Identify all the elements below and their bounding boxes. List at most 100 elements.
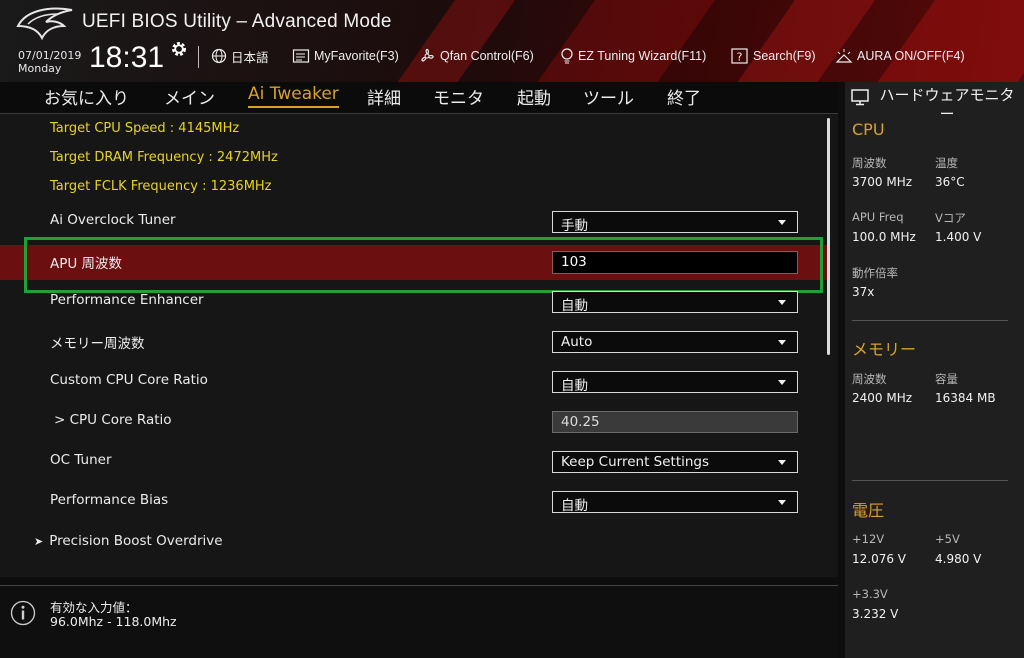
tab-exit[interactable]: 終了 [667,84,701,111]
svg-text:?: ? [737,51,743,64]
target-fclk-frequency: Target FCLK Frequency : 1236MHz [50,179,272,194]
monitor-divider [852,480,1008,481]
performance-bias-label: Performance Bias [50,492,169,508]
custom-cpu-core-ratio-select[interactable]: 自動 [552,371,798,394]
chevron-down-icon [778,500,786,505]
v12-label: +12V [852,532,885,546]
memory-capacity-label: 容量 [935,372,958,386]
tab-tool[interactable]: ツール [583,84,634,111]
vcore-label: Vコア [935,211,966,225]
fan-icon [421,48,434,62]
favorite-list-icon [292,49,310,63]
performance-bias-select[interactable]: 自動 [552,491,798,514]
oc-tuner-label: OC Tuner [50,452,112,468]
rog-logo-icon [16,7,73,40]
qfan-control-button[interactable]: Qfan Control(F6) [418,44,534,68]
chevron-down-icon [778,340,786,345]
settings-panel: Target CPU Speed : 4145MHz Target DRAM F… [0,113,838,577]
apu-freq-value: 100.0 MHz [852,230,916,244]
cpu-temperature-value: 36°C [935,175,965,189]
v5-value: 4.980 V [935,552,982,566]
ratio-label: 動作倍率 [852,266,898,280]
myfavorite-label: MyFavorite(F3) [314,49,399,63]
app-title: UEFI BIOS Utility – Advanced Mode [82,11,392,32]
qfan-label: Qfan Control(F6) [440,49,534,63]
ai-overclock-tuner-select[interactable]: 手動 [552,211,798,234]
chevron-down-icon [778,460,786,465]
tab-ai-tweaker[interactable]: Ai Tweaker [248,84,339,108]
language-label: 日本語 [231,50,269,65]
vcore-value: 1.400 V [935,230,982,244]
ai-overclock-tuner-value: 手動 [561,218,588,234]
search-label: Search(F9) [753,49,816,63]
search-help-icon: ? [731,48,748,64]
precision-boost-overdrive-link[interactable]: ➤ Precision Boost Overdrive [34,533,223,549]
chevron-down-icon [778,380,786,385]
language-button[interactable]: 日本語 [211,44,269,68]
tab-monitor[interactable]: モニタ [433,84,484,111]
monitor-icon [851,89,869,106]
performance-enhancer-value: 自動 [561,298,588,314]
memory-frequency-label: メモリー周波数 [50,336,145,352]
memory-frequency-monitor-value: 2400 MHz [852,391,913,405]
memory-frequency-monitor-label: 周波数 [852,372,887,386]
hardware-monitor-title: ハードウェアモニター [879,86,1015,123]
tab-boot[interactable]: 起動 [517,84,551,111]
chevron-down-icon [778,220,786,225]
submenu-arrow-icon: ➤ [34,535,44,548]
target-dram-frequency: Target DRAM Frequency : 2472MHz [50,150,278,165]
tab-favorites[interactable]: お気に入り [44,84,129,111]
header-divider [198,46,199,68]
ratio-value: 37x [852,285,875,299]
info-icon [10,600,36,626]
oc-tuner-value: Keep Current Settings [561,454,710,470]
clock-time: 18:31 [89,41,165,74]
v5-label: +5V [935,532,960,546]
cpu-core-ratio-field: 40.25 [552,411,798,433]
memory-capacity-value: 16384 MB [935,391,996,405]
hardware-monitor-header: ハードウェアモニター [851,86,1021,124]
settings-scrollbar[interactable] [827,118,830,355]
aura-label: AURA ON/OFF(F4) [857,49,965,63]
apu-freq-label: APU Freq [852,210,904,224]
v12-value: 12.076 V [852,552,907,566]
performance-bias-value: 自動 [561,498,588,514]
main-tab-bar: お気に入り メイン Ai Tweaker 詳細 モニタ 起動 ツール 終了 [0,82,838,112]
v33-value: 3.232 V [852,607,899,621]
help-panel: 有効な入力値： 96.0Mhz - 118.0Mhz [0,585,838,658]
gear-icon[interactable] [170,40,188,58]
header-bar: UEFI BIOS Utility – Advanced Mode 07/01/… [0,0,1024,82]
custom-cpu-core-ratio-value: 自動 [561,378,588,394]
chevron-down-icon [778,300,786,305]
cpu-frequency-label: 周波数 [852,156,887,170]
hardware-monitor-panel: ハードウェアモニター CPU 周波数 温度 3700 MHz 36°C APU … [845,82,1024,658]
performance-enhancer-select[interactable]: 自動 [552,291,798,314]
day-text: Monday [18,62,62,75]
precision-boost-overdrive-label: Precision Boost Overdrive [49,533,223,549]
performance-enhancer-label: Performance Enhancer [50,292,204,308]
custom-cpu-core-ratio-label: Custom CPU Core Ratio [50,372,208,388]
cpu-section-title: CPU [852,120,885,139]
globe-icon [211,48,227,64]
oc-tuner-select[interactable]: Keep Current Settings [552,451,798,473]
ez-tuning-wizard-button[interactable]: EZ Tuning Wizard(F11) [560,44,706,68]
cpu-temperature-label: 温度 [935,156,958,170]
aura-toggle-button[interactable]: AURA ON/OFF(F4) [835,44,965,68]
help-valid-range: 96.0Mhz - 118.0Mhz [50,614,177,629]
ai-overclock-tuner-label: Ai Overclock Tuner [50,212,176,228]
apu-frequency-input[interactable]: 103 [552,251,798,274]
memory-section-title: メモリー [852,340,917,359]
tab-advanced[interactable]: 詳細 [367,84,401,111]
date-display: 07/01/2019 Monday [18,49,81,75]
cpu-core-ratio-label: > CPU Core Ratio [54,412,172,428]
monitor-divider [852,320,1008,321]
aura-icon [835,49,853,63]
tab-main[interactable]: メイン [164,84,215,111]
search-button[interactable]: ? Search(F9) [731,44,816,68]
target-cpu-speed: Target CPU Speed : 4145MHz [50,121,240,136]
apu-frequency-label: APU 周波数 [50,256,123,272]
myfavorite-button[interactable]: MyFavorite(F3) [292,44,399,68]
voltage-section-title: 電圧 [852,501,885,520]
memory-frequency-select[interactable]: Auto [552,331,798,353]
v33-label: +3.3V [852,587,888,601]
